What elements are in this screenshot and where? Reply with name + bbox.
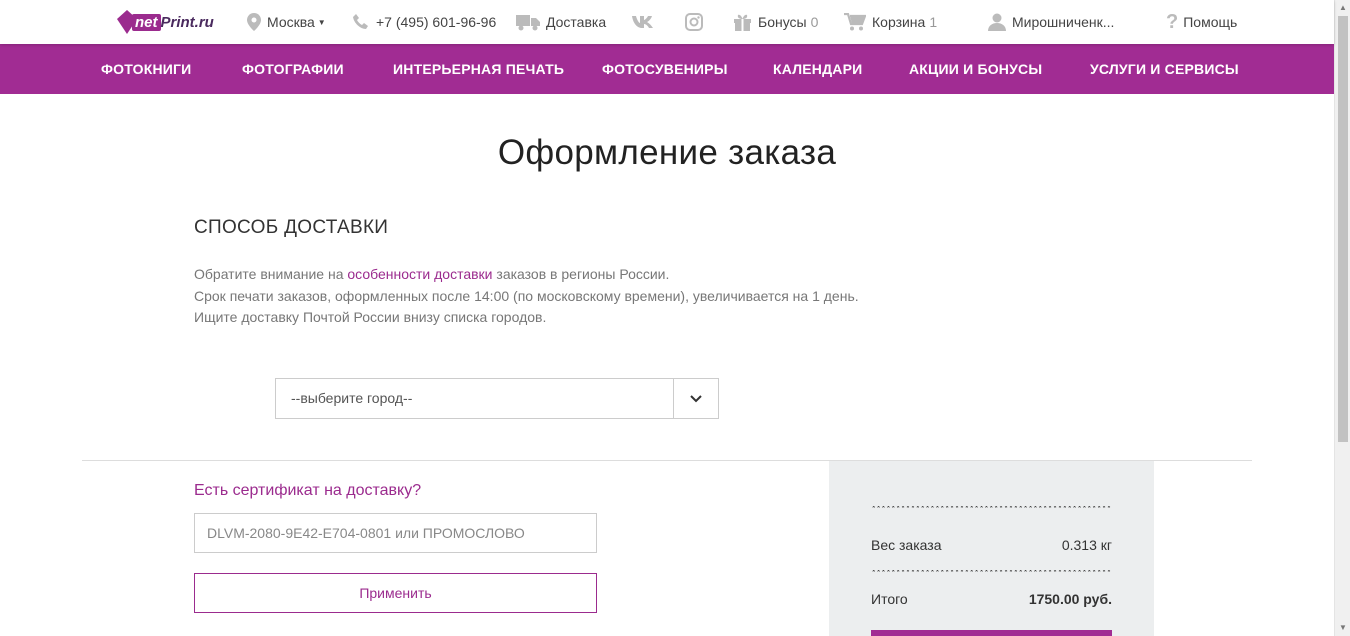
summary-separator: ****************************************… bbox=[871, 570, 1112, 576]
scroll-up-icon[interactable]: ▲ bbox=[1335, 0, 1350, 16]
weight-row: Вес заказа 0.313 кг bbox=[871, 537, 1112, 553]
cart-icon bbox=[844, 13, 866, 31]
instagram-link[interactable] bbox=[685, 0, 709, 44]
certificate-title: Есть сертификат на доставку? bbox=[194, 482, 422, 499]
top-bar: net Print.ru Москва ▼ +7 (495) 601-96-96 … bbox=[0, 0, 1334, 44]
vk-link[interactable] bbox=[632, 0, 660, 44]
bonus-link[interactable]: Бонусы 0 bbox=[733, 0, 818, 44]
summary-separator: ****************************************… bbox=[871, 506, 1112, 512]
scroll-down-icon[interactable]: ▼ bbox=[1335, 620, 1350, 636]
vk-icon bbox=[632, 16, 653, 28]
instagram-icon bbox=[685, 13, 703, 31]
delivery-notice: Обратите внимание на особенности доставк… bbox=[194, 266, 859, 325]
delivery-section-title: СПОСОБ ДОСТАВКИ bbox=[194, 217, 389, 238]
nav-item-photos[interactable]: ФОТОГРАФИИ bbox=[242, 44, 344, 94]
apply-certificate-button[interactable]: Применить bbox=[194, 573, 597, 613]
nav-item-photo-souvenirs[interactable]: ФОТОСУВЕНИРЫ bbox=[602, 44, 728, 94]
city-select[interactable]: --выберите город-- bbox=[275, 378, 719, 419]
truck-icon bbox=[516, 14, 540, 30]
delivery-features-link[interactable]: особенности доставки bbox=[347, 266, 492, 282]
nav-item-promo-bonus[interactable]: АКЦИИ И БОНУСЫ bbox=[909, 44, 1042, 94]
chevron-down-icon bbox=[690, 394, 702, 402]
logo[interactable]: net Print.ru bbox=[116, 7, 214, 37]
total-value: 1750.00 руб. bbox=[1028, 591, 1112, 607]
delivery-link[interactable]: Доставка bbox=[516, 0, 606, 44]
caret-down-icon: ▼ bbox=[317, 17, 326, 27]
total-row: Итого 1750.00 руб. bbox=[871, 591, 1112, 607]
question-mark-icon: ? bbox=[1166, 10, 1179, 33]
city-label: Москва bbox=[267, 14, 315, 30]
user-icon bbox=[988, 13, 1006, 31]
location-pin-icon bbox=[247, 13, 261, 31]
weight-label: Вес заказа bbox=[871, 537, 942, 553]
city-selector[interactable]: Москва ▼ bbox=[247, 0, 326, 44]
phone-icon bbox=[353, 14, 368, 29]
user-menu[interactable]: Мирошниченк... bbox=[988, 0, 1114, 44]
page-scrollbar[interactable]: ▲ ▼ bbox=[1334, 0, 1350, 636]
scroll-thumb[interactable] bbox=[1338, 16, 1348, 442]
nav-item-services[interactable]: УСЛУГИ И СЕРВИСЫ bbox=[1090, 44, 1239, 94]
cart-link[interactable]: Корзина 1 bbox=[844, 0, 937, 44]
help-link[interactable]: ? Помощь bbox=[1166, 0, 1237, 44]
total-label: Итого bbox=[871, 591, 908, 607]
checkout-button[interactable] bbox=[871, 630, 1112, 636]
logo-text: net Print.ru bbox=[132, 13, 214, 31]
nav-item-interior-print[interactable]: ИНТЕРЬЕРНАЯ ПЕЧАТЬ bbox=[393, 44, 564, 94]
city-select-toggle[interactable] bbox=[673, 379, 718, 418]
nav-item-photobooks[interactable]: ФОТОКНИГИ bbox=[101, 44, 191, 94]
order-summary: ****************************************… bbox=[829, 461, 1154, 636]
main-nav: ФОТОКНИГИ ФОТОГРАФИИ ИНТЕРЬЕРНАЯ ПЕЧАТЬ … bbox=[0, 44, 1334, 94]
certificate-input[interactable] bbox=[194, 513, 597, 553]
nav-item-calendars[interactable]: КАЛЕНДАРИ bbox=[773, 44, 862, 94]
weight-value: 0.313 кг bbox=[1061, 537, 1112, 553]
city-select-value: --выберите город-- bbox=[291, 390, 413, 406]
gift-icon bbox=[734, 14, 751, 31]
page-title: Оформление заказа bbox=[497, 133, 837, 172]
phone-link[interactable]: +7 (495) 601-96-96 bbox=[352, 0, 496, 44]
